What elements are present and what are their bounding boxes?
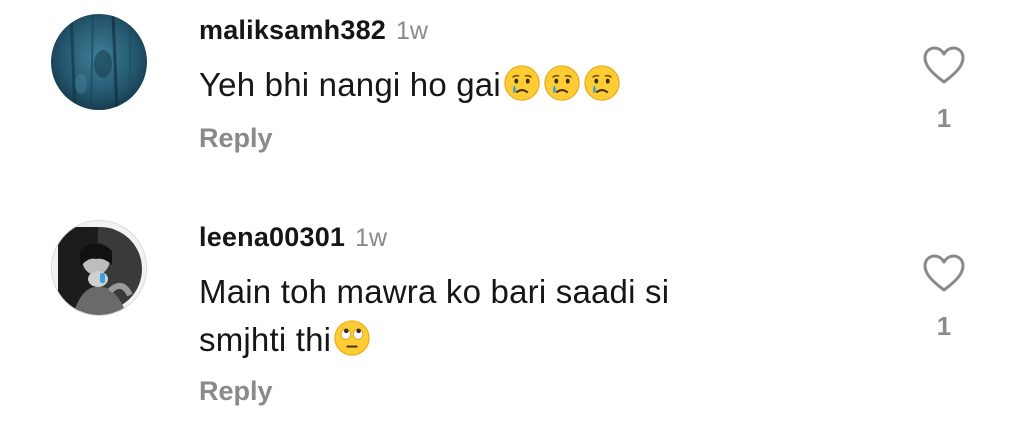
comment-item: maliksamh382 1w Yeh bhi nangi ho gai Rep… bbox=[0, 0, 1024, 200]
username[interactable]: maliksamh382 bbox=[199, 15, 386, 46]
like-count: 1 bbox=[936, 103, 952, 133]
comment-body: maliksamh382 1w Yeh bhi nangi ho gai Rep… bbox=[199, 15, 884, 154]
comment-text: Main toh mawra ko bari saadi si smjhti t… bbox=[199, 268, 884, 364]
like-count: 1 bbox=[936, 311, 952, 341]
comment-item: leena00301 1w Main toh mawra ko bari saa… bbox=[0, 200, 1024, 427]
reply-button[interactable]: Reply bbox=[199, 376, 884, 407]
like-button[interactable]: 1 bbox=[918, 253, 970, 342]
heart-outline-icon bbox=[923, 254, 965, 292]
comment-meta: maliksamh382 1w bbox=[199, 15, 884, 51]
comment-text-line-2: smjhti thi bbox=[199, 316, 884, 364]
comment-meta: leena00301 1w bbox=[199, 222, 884, 258]
crying-face-emoji-icon bbox=[504, 65, 540, 101]
username[interactable]: leena00301 bbox=[199, 222, 345, 253]
avatar-image bbox=[52, 221, 146, 315]
avatar-image bbox=[51, 14, 147, 110]
avatar[interactable] bbox=[51, 220, 147, 316]
timestamp: 1w bbox=[355, 224, 388, 252]
reply-button[interactable]: Reply bbox=[199, 123, 884, 154]
comment-text: Yeh bhi nangi ho gai bbox=[199, 61, 884, 109]
crying-face-emoji-icon bbox=[584, 65, 620, 101]
like-button[interactable]: 1 bbox=[918, 45, 970, 134]
heart-outline-icon bbox=[923, 46, 965, 84]
comment-text-line: Main toh mawra ko bari saadi si bbox=[199, 273, 670, 310]
face-with-rolling-eyes-emoji-icon bbox=[334, 320, 370, 356]
comment-text-content: Yeh bhi nangi ho gai bbox=[199, 66, 501, 103]
crying-face-emoji-icon bbox=[544, 65, 580, 101]
timestamp: 1w bbox=[396, 17, 428, 45]
comment-text-content: smjhti thi bbox=[199, 321, 332, 358]
comment-body: leena00301 1w Main toh mawra ko bari saa… bbox=[199, 222, 884, 407]
avatar[interactable] bbox=[51, 14, 147, 110]
